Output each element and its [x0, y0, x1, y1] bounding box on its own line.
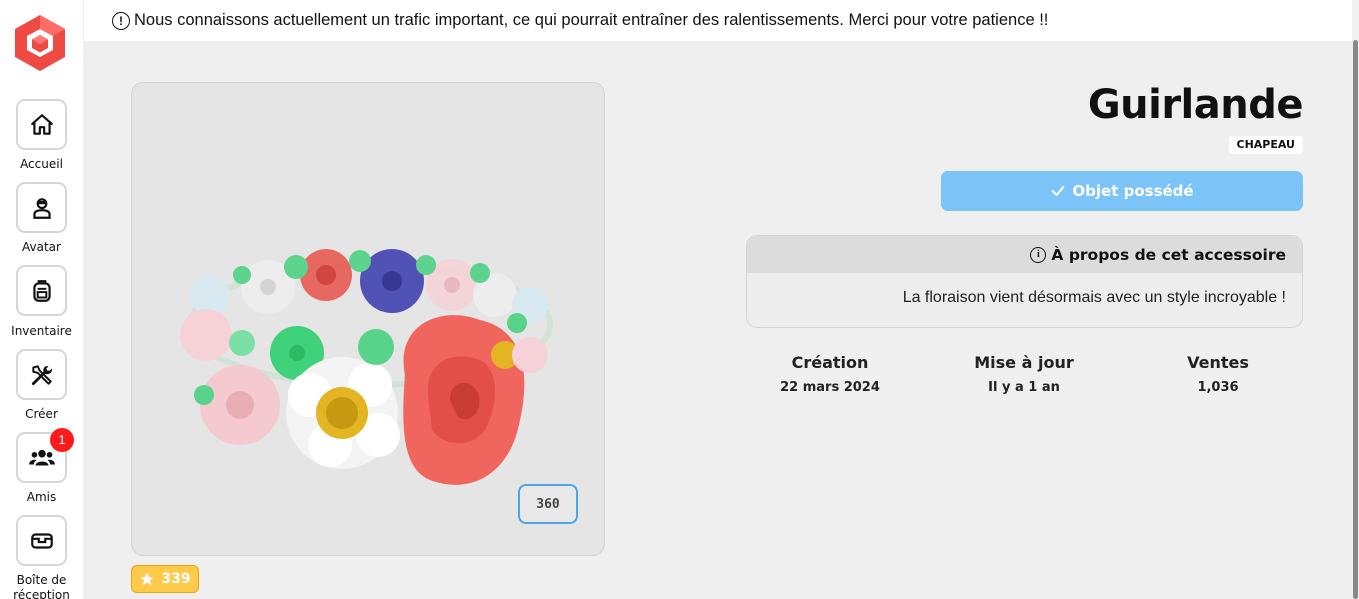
sidebar-item-avatar[interactable]: Avatar	[0, 182, 83, 257]
stat-creation: Création 22 mars 2024	[730, 353, 930, 395]
sidebar-item-label: Accueil	[20, 157, 63, 171]
info-icon: i	[1030, 246, 1047, 263]
sidebar-item-label: Boîte de réception	[13, 573, 70, 599]
about-panel: i À propos de cet accessoire La floraiso…	[746, 235, 1303, 328]
backpack-icon	[32, 279, 51, 302]
home-icon	[30, 113, 53, 135]
sidebar-item-label: Créer	[25, 407, 58, 421]
item-title: Guirlande	[1087, 82, 1304, 128]
friends-icon	[28, 449, 55, 466]
sidebar-item-label: Inventaire	[11, 324, 72, 338]
check-icon	[1052, 186, 1065, 196]
inbox-button[interactable]	[16, 515, 67, 566]
sidebar-item-inbox[interactable]: Boîte de réception	[0, 515, 83, 599]
sidebar-item-inventaire[interactable]: Inventaire	[0, 265, 83, 341]
favorite-rating-button[interactable]: 339	[131, 565, 199, 593]
star-icon	[140, 572, 155, 586]
about-description: La floraison vient désormais avec un sty…	[902, 289, 1286, 306]
rotate-360-button[interactable]: 360	[518, 484, 578, 524]
sidebar: Accueil Avatar Inventaire Créer 1 Amis B…	[0, 0, 83, 599]
scrollbar[interactable]	[1352, 0, 1359, 599]
inventory-button[interactable]	[16, 265, 67, 316]
banner-text: Nous connaissons actuellement un trafic …	[134, 11, 1049, 29]
create-button[interactable]	[16, 349, 67, 400]
sidebar-item-creer[interactable]: Créer	[0, 349, 83, 424]
sidebar-item-amis[interactable]: 1 Amis	[0, 428, 83, 507]
flower-garland-model	[180, 249, 553, 485]
tools-icon	[31, 364, 52, 385]
stat-sales: Ventes 1,036	[1118, 353, 1318, 395]
stat-updated: Mise à jour Il y a 1 an	[924, 353, 1124, 395]
inbox-icon	[30, 532, 53, 549]
item-preview[interactable]: 360	[131, 82, 605, 556]
avatar-button[interactable]	[16, 182, 67, 233]
sidebar-item-label: Avatar	[22, 240, 61, 254]
item-type-badge: CHAPEAU	[1228, 136, 1303, 154]
sidebar-item-accueil[interactable]: Accueil	[0, 99, 83, 174]
stat-value: Il y a 1 an	[988, 380, 1060, 395]
stat-label: Mise à jour	[974, 353, 1074, 372]
stat-value: 1,036	[1197, 380, 1239, 395]
stat-label: Ventes	[1187, 353, 1249, 372]
exclamation-circle-icon: !	[112, 11, 130, 30]
rating-count: 339	[161, 571, 191, 587]
traffic-banner: ! Nous connaissons actuellement un trafi…	[84, 0, 1352, 41]
hexagon-cube-logo[interactable]	[12, 13, 68, 73]
sidebar-item-label: Amis	[26, 490, 57, 504]
about-title: À propos de cet accessoire	[1051, 245, 1286, 264]
owned-label: Objet possédé	[1072, 182, 1194, 200]
scrollbar-thumb[interactable]	[1353, 40, 1358, 599]
home-button[interactable]	[16, 99, 67, 150]
avatar-icon	[32, 197, 51, 219]
stat-value: 22 mars 2024	[780, 380, 880, 395]
owned-button[interactable]: Objet possédé	[941, 171, 1303, 211]
about-header: i À propos de cet accessoire	[747, 236, 1302, 273]
stat-label: Création	[791, 353, 869, 372]
notification-badge: 1	[50, 428, 74, 452]
